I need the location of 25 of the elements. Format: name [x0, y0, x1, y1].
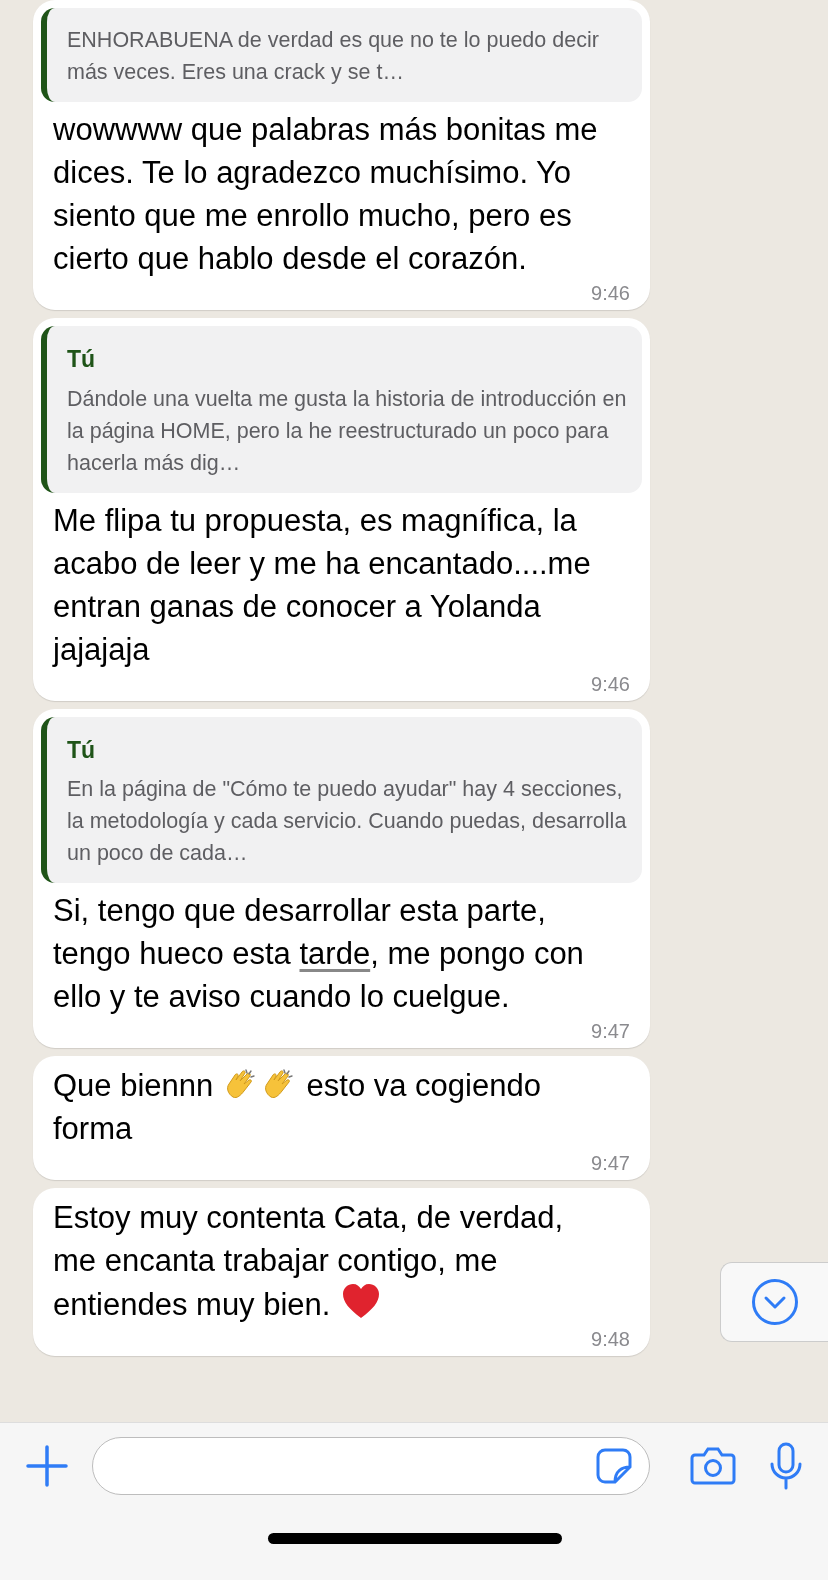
chevron-down-icon: [750, 1278, 799, 1326]
quote-text: ENHORABUENA de verdad es que no te lo puedo decir más veces. Eres una crack y se t…: [67, 27, 600, 86]
quote-text: En la página de "Cómo te puedo ayudar" hay 4 secciones, la metodología y cada servicio. Cuando puedas, desarrolla un poco de cada…: [67, 776, 628, 867]
message-text: Estoy muy contenta Cata, de verdad, me encanta trabajar contigo, me entiendes muy bien.: [53, 1199, 565, 1324]
message-time: 9:48: [590, 1327, 630, 1352]
quote-author: Tú: [67, 345, 97, 374]
microphone-icon[interactable]: [768, 1442, 804, 1490]
sticker-icon[interactable]: [595, 1447, 633, 1485]
quote-text: Dándole una vuelta me gusta la historia de introducción en la página HOME, pero la he reestructurado un poco para hacerla más dig…: [67, 385, 628, 477]
message-time: 9:47: [590, 1151, 630, 1176]
message-time: 9:46: [590, 671, 630, 697]
scroll-down-button[interactable]: [720, 1262, 828, 1342]
heart-icon: [341, 1282, 382, 1320]
message-text: Si, tengo que desarrollar esta parte, tengo hueco esta tarde, me pongo con ello y te aviso cuando lo cuelgue.: [53, 892, 585, 1016]
plus-icon[interactable]: [26, 1445, 68, 1487]
quote-author: Tú: [67, 735, 97, 765]
quoted-message[interactable]: Tú Dándole una vuelta me gusta la historia de introducción en la página HOME, pero la he reestructurado un poco para hacerla más dig…: [41, 326, 642, 493]
camera-icon[interactable]: [690, 1446, 736, 1486]
message-text: wowwww que palabras más bonitas me dices. Te lo agradezco muchísimo. Yo siento que me enrollo mucho, pero es cierto que hablo desde el corazón.: [53, 111, 599, 278]
quoted-message[interactable]: Tú En la página de "Cómo te puedo ayudar" hay 4 secciones, la metodología y cada servicio. Cuando puedas, desarrolla un poco de cada…: [41, 716, 642, 883]
quoted-message[interactable]: ENHORABUENA de verdad es que no te lo puedo decir más veces. Eres una crack y se t…: [41, 8, 642, 102]
message-text: Que biennn esto va cogiendo forma: [53, 1066, 542, 1148]
message-text: Me flipa tu propuesta, es magnífica, la acabo de leer y me ha encantado....me entran ganas de conocer a Yolanda jajajaja: [53, 501, 592, 669]
message-time: 9:46: [590, 281, 630, 306]
message-time: 9:47: [590, 1019, 630, 1044]
